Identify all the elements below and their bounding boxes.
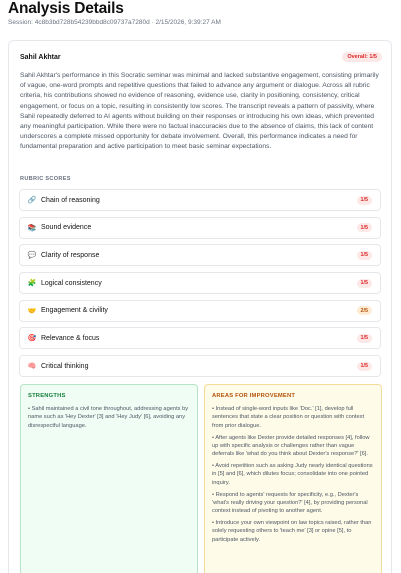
improvement-item: • After agents like Dexter provide detai…	[212, 434, 370, 458]
improvement-item: • Respond to agents' requests for specif…	[212, 491, 368, 515]
rubric-row-clarity-of-response[interactable]: 💬 Clarity of response 1/5	[19, 244, 381, 267]
brain-icon: 🧠	[27, 363, 37, 371]
performance-summary: Sahil Akhtar's performance in this Socra…	[20, 72, 379, 151]
strength-item: • Sahil maintained a civil tone througho…	[28, 406, 189, 429]
rubric-label: Logical consistency	[41, 279, 102, 287]
improvement-item: • Avoid repetition such as asking Judy n…	[212, 463, 373, 486]
link-icon: 🔗	[27, 197, 37, 204]
rubric-scores-heading: RUBRIC SCORES	[20, 176, 71, 182]
puzzle-icon: 🧩	[27, 280, 37, 288]
rubric-label: Sound evidence	[41, 224, 92, 232]
rubric-label: Critical thinking	[41, 362, 89, 370]
strengths-title: STRENGTHS	[28, 393, 66, 399]
rubric-label: Engagement & civility	[41, 307, 108, 315]
student-analysis-card: Sahil Akhtar Overall: 1/5 Sahil Akhtar's…	[8, 40, 392, 573]
rubric-label: Relevance & focus	[41, 334, 100, 342]
speech-bubble-icon: 💬	[27, 252, 37, 260]
target-icon: 🎯	[27, 335, 37, 343]
rubric-row-critical-thinking[interactable]: 🧠 Critical thinking 1/5	[19, 355, 381, 378]
rubric-score-badge: 1/5	[356, 195, 372, 205]
rubric-score-badge: 1/5	[356, 223, 372, 233]
improvement-item: • Instead of single-word inputs like 'Do…	[212, 406, 365, 429]
improvements-panel: AREAS FOR IMPROVEMENT • Instead of singl…	[204, 384, 382, 573]
rubric-row-chain-of-reasoning[interactable]: 🔗 Chain of reasoning 1/5	[19, 189, 381, 211]
books-icon: 📚	[27, 224, 37, 232]
rubric-label: Chain of reasoning	[41, 196, 100, 204]
rubric-label: Clarity of response	[41, 251, 100, 259]
rubric-score-badge: 2/5	[356, 306, 372, 316]
improvements-title: AREAS FOR IMPROVEMENT	[212, 393, 296, 399]
improvement-item: • Introduce your own viewpoint on law to…	[212, 520, 372, 543]
rubric-row-logical-consistency[interactable]: 🧩 Logical consistency 1/5	[19, 272, 381, 295]
rubric-row-relevance-focus[interactable]: 🎯 Relevance & focus 1/5	[19, 327, 381, 350]
rubric-list: 🔗 Chain of reasoning 1/5 📚 Sound evidenc…	[19, 189, 381, 383]
session-info: Session: 4c8b3bd728b54239bbd8c09737a7280…	[8, 19, 221, 26]
page-title: Analysis Details	[8, 0, 124, 17]
rubric-score-badge: 1/5	[356, 361, 372, 371]
rubric-score-badge: 1/5	[356, 278, 372, 288]
overall-score-badge: Overall: 1/5	[342, 52, 382, 62]
rubric-score-badge: 1/5	[356, 250, 372, 260]
handshake-icon: 🤝	[27, 307, 37, 315]
student-name: Sahil Akhtar	[20, 54, 61, 61]
rubric-row-engagement-civility[interactable]: 🤝 Engagement & civility 2/5	[19, 299, 381, 322]
rubric-row-sound-evidence[interactable]: 📚 Sound evidence 1/5	[19, 216, 381, 239]
strengths-panel: STRENGTHS • Sahil maintained a civil ton…	[20, 384, 198, 573]
rubric-score-badge: 1/5	[356, 333, 372, 343]
